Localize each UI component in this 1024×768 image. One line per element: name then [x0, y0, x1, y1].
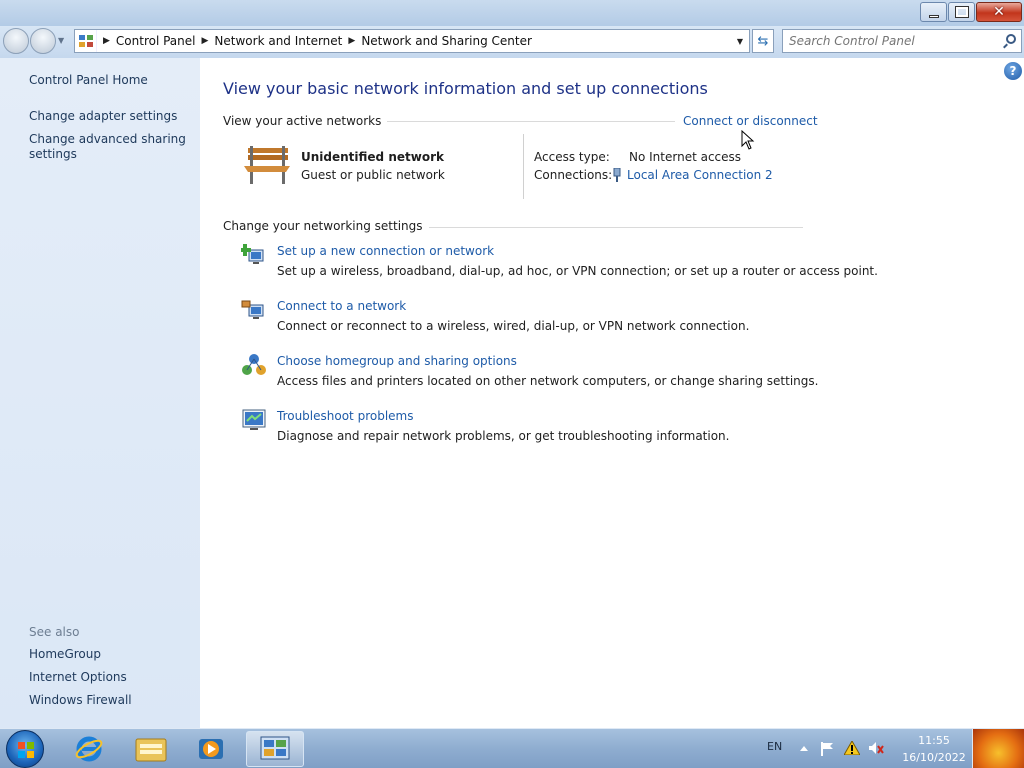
action-center-flag-icon[interactable]	[820, 741, 834, 756]
local-area-connection-link[interactable]: Local Area Connection 2	[627, 168, 773, 182]
windows-logo-icon	[18, 742, 34, 758]
search-input[interactable]	[783, 30, 993, 52]
taskbar-media-player[interactable]	[182, 731, 240, 767]
access-type-value: No Internet access	[629, 150, 742, 164]
breadcrumb-separator[interactable]: ▶	[103, 36, 110, 46]
change-advanced-sharing-settings-link[interactable]: Change advanced sharing settings	[29, 132, 189, 162]
close-icon: ✕	[993, 4, 1005, 20]
internet-explorer-icon	[75, 736, 103, 762]
connect-or-disconnect-link[interactable]: Connect or disconnect	[683, 114, 818, 128]
setup-new-connection-link[interactable]: Set up a new connection or network	[277, 244, 494, 258]
minimize-button[interactable]	[920, 2, 947, 22]
homegroup-link[interactable]: HomeGroup	[29, 647, 101, 662]
control-panel-icon	[260, 736, 290, 760]
breadcrumb-separator[interactable]: ▶	[348, 36, 355, 46]
troubleshoot-problems-description: Diagnose and repair network problems, or…	[277, 429, 730, 443]
section-divider	[405, 227, 803, 228]
forward-button[interactable]	[30, 28, 56, 54]
taskbar-windows-explorer[interactable]	[122, 731, 180, 767]
page-title: View your basic network information and …	[223, 79, 708, 98]
back-button[interactable]	[3, 28, 29, 54]
internet-options-link[interactable]: Internet Options	[29, 670, 127, 685]
show-hidden-icons-icon[interactable]	[797, 741, 811, 755]
windows-firewall-link[interactable]: Windows Firewall	[29, 693, 132, 708]
troubleshoot-icon	[241, 407, 267, 433]
restore-icon	[954, 6, 969, 18]
search-box[interactable]	[782, 29, 1022, 53]
taskbar-control-panel[interactable]	[246, 731, 304, 767]
address-bar[interactable]: ▶ Control Panel ▶ Network and Internet ▶…	[74, 29, 750, 53]
language-indicator[interactable]: EN	[767, 740, 782, 753]
navigation-bar: ▼ ▶ Control Panel ▶ Network and Internet…	[0, 26, 1024, 58]
homegroup-sharing-options-link[interactable]: Choose homegroup and sharing options	[277, 354, 517, 368]
window-controls: ✕	[919, 2, 1022, 22]
taskbar-internet-explorer[interactable]	[60, 731, 118, 767]
recent-pages-dropdown[interactable]: ▼	[58, 36, 64, 45]
ethernet-icon	[612, 167, 622, 182]
connection-entry[interactable]: Local Area Connection 2	[612, 167, 773, 182]
change-adapter-settings-link[interactable]: Change adapter settings	[29, 109, 177, 124]
maximize-button[interactable]	[948, 2, 975, 22]
connect-to-network-link[interactable]: Connect to a network	[277, 299, 406, 313]
connect-to-network-icon	[241, 297, 267, 323]
breadcrumb-control-panel[interactable]: Control Panel	[116, 34, 196, 48]
change-settings-label: Change your networking settings	[223, 219, 429, 233]
network-warning-icon[interactable]	[843, 739, 861, 756]
setup-new-connection-description: Set up a wireless, broadband, dial-up, a…	[277, 264, 878, 278]
title-bar: ✕	[0, 0, 1024, 26]
control-panel-icon	[75, 30, 97, 52]
task-pane: Control Panel Home Change adapter settin…	[0, 58, 200, 728]
breadcrumb-separator[interactable]: ▶	[202, 36, 209, 46]
address-dropdown-button[interactable]: ▼	[737, 37, 743, 46]
section-divider	[365, 121, 675, 122]
clock-time[interactable]: 11:55	[914, 734, 954, 747]
folder-icon	[135, 738, 167, 762]
start-button[interactable]	[6, 730, 44, 768]
connections-label: Connections:	[534, 168, 613, 182]
troubleshoot-problems-link[interactable]: Troubleshoot problems	[277, 409, 413, 423]
main-content: ? View your basic network information an…	[200, 58, 1024, 728]
mouse-cursor-icon	[741, 129, 755, 150]
access-type-label: Access type:	[534, 150, 610, 164]
close-button[interactable]: ✕	[976, 2, 1022, 22]
breadcrumb-network-and-internet[interactable]: Network and Internet	[214, 34, 342, 48]
help-icon[interactable]: ?	[1004, 62, 1022, 80]
breadcrumb-network-and-sharing-center[interactable]: Network and Sharing Center	[361, 34, 532, 48]
connect-to-network-description: Connect or reconnect to a wireless, wire…	[277, 319, 750, 333]
homegroup-sharing-options-description: Access files and printers located on oth…	[277, 374, 819, 388]
network-name: Unidentified network	[301, 150, 444, 164]
refresh-button[interactable]: ⇆	[752, 29, 774, 53]
new-connection-icon	[239, 242, 267, 268]
network-category-link[interactable]: Guest or public network	[301, 168, 445, 182]
vertical-divider	[523, 134, 524, 199]
media-player-icon	[199, 739, 223, 759]
taskbar: EN 11:55 16/10/2022	[0, 728, 1024, 768]
refresh-icon: ⇆	[757, 33, 769, 49]
minimize-icon	[928, 14, 939, 18]
public-network-bench-icon[interactable]	[242, 142, 292, 186]
homegroup-icon	[241, 352, 267, 378]
search-icon[interactable]	[1006, 34, 1016, 44]
control-panel-home-link[interactable]: Control Panel Home	[29, 73, 148, 88]
show-desktop-button[interactable]	[972, 729, 1024, 768]
clock-date[interactable]: 16/10/2022	[898, 751, 970, 764]
active-networks-label: View your active networks	[223, 114, 388, 128]
see-also-label: See also	[29, 625, 80, 639]
volume-muted-icon[interactable]	[868, 741, 884, 755]
